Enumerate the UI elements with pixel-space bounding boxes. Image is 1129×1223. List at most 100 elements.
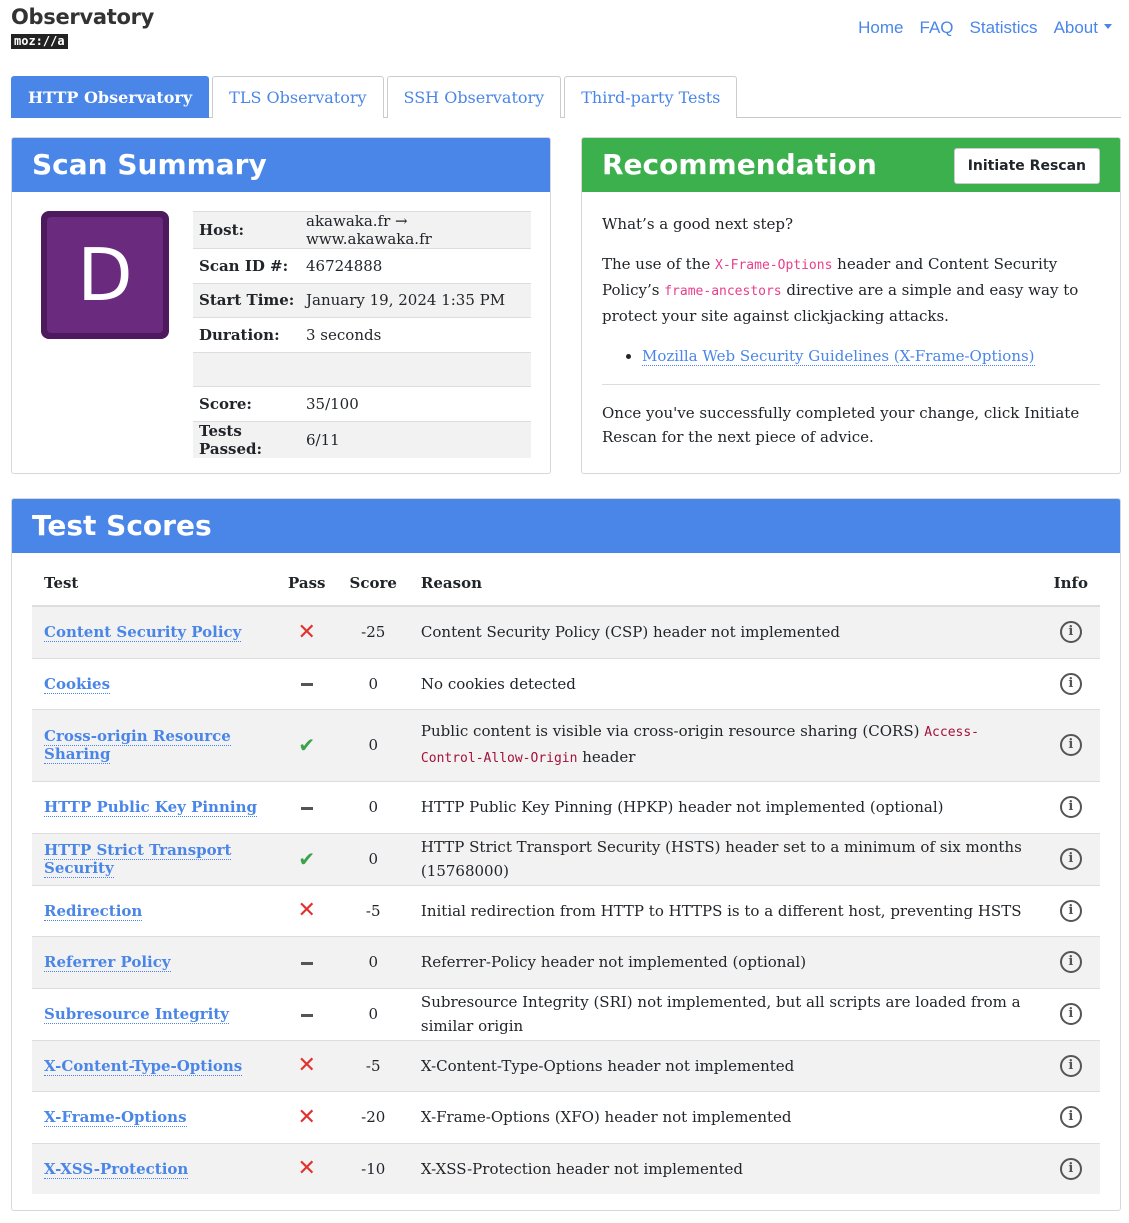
reason-text: HTTP Public Key Pinning (HPKP) header no… [420, 798, 944, 816]
summary-row: Start Time: January 19, 2024 1:35 PM [193, 282, 531, 318]
test-link[interactable]: X-Content-Type-Options [44, 1056, 243, 1076]
table-row: Redirection ✕ -5 Initial redirection from H… [32, 884, 1100, 936]
test-link[interactable]: Cross-origin Resource Sharing [44, 727, 231, 764]
table-row: HTTP Strict Transport Security ✔ 0 HTTP Str… [32, 832, 1100, 885]
info-icon[interactable]: i [1059, 672, 1082, 695]
reason-cell: X-Content-Type-Options header not implem… [408, 1039, 1042, 1091]
info-icon[interactable]: i [1059, 1003, 1082, 1025]
grade-badge: D [41, 211, 169, 339]
test-link[interactable]: Content Security Policy [44, 623, 242, 643]
divider [602, 384, 1100, 385]
score-cell: -10 [337, 1142, 409, 1194]
score-cell: -25 [337, 605, 409, 658]
test-cell: X-Content-Type-Options [32, 1039, 276, 1091]
test-link[interactable]: HTTP Public Key Pinning [44, 798, 257, 817]
summary-row: Scan ID #: 46724888 [193, 248, 531, 283]
score-cell: -5 [337, 884, 409, 936]
summary-key: Host: [193, 211, 300, 249]
summary-value: akawaka.fr → www.akawaka.fr [300, 211, 531, 249]
summary-value: 35/100 [300, 386, 531, 421]
reason-cell: Public content is visible via cross-orig… [408, 708, 1042, 781]
header-test: Test [32, 574, 276, 607]
info-icon[interactable]: i [1059, 1106, 1082, 1128]
info-cell: i [1041, 1090, 1100, 1143]
test-link[interactable]: Subresource Integrity [44, 1005, 229, 1024]
summary-key: Scan ID #: [193, 248, 300, 283]
info-icon[interactable]: i [1059, 1157, 1082, 1180]
tab-ssh-observatory[interactable]: SSH Observatory [386, 76, 562, 118]
nav-faq-link[interactable]: FAQ [920, 18, 954, 38]
pass-cell: ✕ [276, 884, 338, 936]
nav-about-dropdown[interactable]: About [1054, 18, 1112, 38]
test-link[interactable]: Cookies [44, 674, 111, 694]
summary-key: Duration: [193, 317, 300, 352]
score-cell: 0 [337, 935, 409, 988]
info-icon[interactable]: i [1059, 899, 1082, 922]
info-icon[interactable]: i [1059, 621, 1082, 644]
pass-cell [276, 780, 338, 833]
info-icon[interactable]: i [1059, 951, 1082, 973]
info-icon[interactable]: i [1059, 734, 1082, 756]
pass-cell: ✕ [276, 1039, 338, 1091]
list-item: Mozilla Web Security Guidelines (X-Frame… [642, 344, 1100, 368]
info-icon[interactable]: i [1059, 796, 1082, 818]
summary-key: Score: [193, 386, 300, 421]
info-cell: i [1041, 657, 1100, 709]
fail-x-icon: ✕ [297, 1156, 316, 1182]
tab-http-observatory[interactable]: HTTP Observatory [11, 76, 210, 118]
reason-cell: No cookies detected [408, 657, 1042, 709]
test-cell: Referrer Policy [32, 935, 276, 988]
neutral-dash-icon [300, 683, 313, 686]
summary-key: Tests Passed: [193, 420, 300, 458]
table-header-row: Test Pass Score Reason Info [32, 574, 1100, 607]
reason-text: No cookies detected [420, 674, 576, 693]
nav-about-label: About [1053, 18, 1098, 37]
test-link[interactable]: X-XSS-Protection [44, 1159, 189, 1179]
info-icon[interactable]: i [1059, 1054, 1082, 1077]
reason-cell: Referrer-Policy header not implemented (… [408, 935, 1042, 988]
observatory-tabs: HTTP Observatory TLS Observatory SSH Obs… [11, 76, 1121, 118]
pass-check-icon: ✔ [298, 733, 316, 757]
advice-text: The use of the [602, 255, 715, 273]
rescan-advice: Once you've successfully completed your … [602, 404, 1080, 446]
score-cell: -5 [337, 1039, 409, 1091]
recommendation-card: Recommendation Initiate Rescan What’s a … [581, 137, 1121, 474]
score-cell: 0 [337, 708, 409, 781]
table-row: X-Content-Type-Options ✕ -5 X-Content-Type-… [32, 1039, 1100, 1091]
test-link[interactable]: Redirection [44, 901, 143, 921]
test-link[interactable]: X-Frame-Options [44, 1108, 187, 1127]
guidelines-link[interactable]: Mozilla Web Security Guidelines (X-Frame… [642, 347, 1035, 366]
info-cell: i [1041, 935, 1100, 988]
test-link[interactable]: Referrer Policy [44, 953, 171, 972]
fail-x-icon: ✕ [297, 1104, 316, 1130]
info-cell: i [1041, 832, 1100, 885]
summary-row: Score: 35/100 [193, 386, 531, 421]
info-icon[interactable]: i [1059, 848, 1082, 870]
fail-x-icon: ✕ [297, 898, 316, 923]
fail-x-icon: ✕ [297, 619, 316, 645]
recommendation-header: Recommendation Initiate Rescan [582, 138, 1120, 192]
test-cell: X-XSS-Protection [32, 1142, 276, 1194]
tab-third-party-tests[interactable]: Third-party Tests [564, 76, 738, 118]
info-cell: i [1041, 780, 1100, 833]
summary-key [193, 351, 300, 387]
recommendation-body: What’s a good next step? The use of the … [582, 192, 1120, 449]
nav-home-link[interactable]: Home [858, 18, 903, 38]
neutral-dash-icon [300, 806, 313, 810]
table-row: Referrer Policy 0 Referrer-Policy header n… [32, 935, 1100, 988]
table-row: Cookies 0 No cookies detected i [32, 657, 1100, 709]
summary-value [300, 351, 531, 387]
header-reason: Reason [408, 574, 1042, 607]
pass-cell [276, 935, 338, 988]
frame-ancestors-code: frame-ancestors [664, 284, 782, 299]
table-row: X-XSS-Protection ✕ -10 X-XSS-Protection hea… [32, 1142, 1100, 1194]
reason-cell: X-XSS-Protection header not implemented [408, 1142, 1042, 1194]
tab-tls-observatory[interactable]: TLS Observatory [212, 76, 384, 118]
summary-row: Tests Passed: 6/11 [193, 420, 531, 458]
table-row: X-Frame-Options ✕ -20 X-Frame-Options (XFO)… [32, 1090, 1100, 1143]
test-link[interactable]: HTTP Strict Transport Security [44, 841, 232, 878]
initiate-rescan-button[interactable]: Initiate Rescan [953, 148, 1100, 184]
test-cell: Content Security Policy [32, 605, 276, 658]
nav-statistics-link[interactable]: Statistics [970, 18, 1038, 38]
brand-logo[interactable]: Observatory moz://a [11, 4, 154, 49]
